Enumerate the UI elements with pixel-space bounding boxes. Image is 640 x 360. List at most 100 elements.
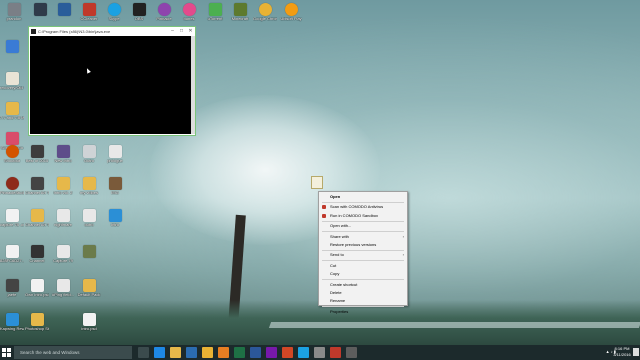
menu-item-send-to[interactable]: Send to ›: [319, 251, 407, 259]
menu-item-scan-with-comodo-antivirus[interactable]: Scan with COMODO Antivirus: [319, 203, 407, 211]
desktop-icon[interactable]: recovery/Old Sound: [0, 72, 24, 91]
desktop-icon[interactable]: Google Chrome: [253, 3, 277, 22]
app-icon[interactable]: [330, 347, 341, 358]
desktop-icon-label: Channel: [29, 259, 45, 263]
desktop-icon[interactable]: prandon: [2, 3, 26, 22]
desktop-icon[interactable]: Outro: [77, 145, 101, 164]
chrome-icon[interactable]: [202, 347, 213, 358]
desktop-icon[interactable]: Intro vol. 2: [51, 177, 75, 196]
desktop-icon[interactable]: prologue: [103, 145, 127, 164]
desktop-icon[interactable]: capture 78 .cm2: [0, 209, 24, 228]
pinnacle-icon: [5, 177, 19, 190]
desktop-icon[interactable]: [51, 313, 75, 327]
word-icon[interactable]: [250, 347, 261, 358]
menu-item-copy[interactable]: Copy: [319, 270, 407, 278]
search-box[interactable]: Search the web and Windows: [14, 346, 132, 359]
document-icon: [5, 245, 19, 258]
maximize-button[interactable]: □: [177, 27, 186, 36]
desktop-icon-label: Channel Art Templates: [25, 223, 49, 227]
desktop-icon[interactable]: Channel: [25, 245, 49, 264]
desktop-icon[interactable]: Itunes: [177, 3, 201, 22]
desktop-icon[interactable]: my vidoes: [77, 177, 101, 196]
desktop-icon[interactable]: Channel Art Templates: [25, 209, 49, 228]
wallpaper-path: [268, 322, 640, 328]
desktop-icon[interactable]: Channel Art Template: [25, 177, 49, 196]
desktop-icon[interactable]: Capture 79: [51, 245, 75, 264]
desktop-icon[interactable]: uTorrent: [203, 3, 227, 22]
desktop-icon[interactable]: Best of 2015: [25, 145, 49, 164]
store-icon[interactable]: [186, 347, 197, 358]
document-icon: [56, 209, 70, 222]
desktop-icon[interactable]: 828FC6D27...: [0, 245, 24, 264]
desktop-icon[interactable]: [77, 245, 101, 259]
desktop-icon[interactable]: 7.7 and 7.8 Music: [0, 102, 24, 121]
desktop-icon[interactable]: Intro: [103, 209, 127, 228]
folder-icon: [56, 177, 70, 190]
desktop-icon[interactable]: Skype: [102, 3, 126, 22]
selected-file-icon[interactable]: [311, 176, 323, 189]
task-view-icon[interactable]: [138, 347, 149, 358]
console-titlebar[interactable]: C:\Program Files (x86)\N3.0\bin\java.exe…: [29, 27, 195, 36]
skype-icon: [107, 3, 121, 16]
file-explorer-icon[interactable]: [170, 347, 181, 358]
console-output[interactable]: [30, 36, 194, 134]
close-button[interactable]: ✕: [186, 27, 195, 36]
menu-item-restore-previous-versions[interactable]: Restore previous versions: [319, 241, 407, 249]
menu-item-properties[interactable]: Properties: [319, 308, 407, 316]
menu-item-create-shortcut[interactable]: Create shortcut: [319, 281, 407, 289]
console-scrollbar[interactable]: [191, 36, 195, 134]
start-button[interactable]: [2, 348, 11, 357]
desktop-icon[interactable]: jaefe: [0, 279, 24, 298]
menu-item-rename[interactable]: Rename: [319, 297, 407, 305]
desktop-icon[interactable]: #Ping field...: [51, 279, 75, 298]
pinnacle-icon: [157, 3, 171, 16]
music-icon: [5, 132, 19, 145]
java-icon[interactable]: [314, 347, 325, 358]
menu-item-open-with[interactable]: Open with...: [319, 222, 407, 230]
desktop-icon[interactable]: OBS: [127, 3, 151, 22]
menu-item-share-with[interactable]: Share with ›: [319, 233, 407, 241]
image-icon: [108, 177, 122, 190]
minimize-button[interactable]: –: [168, 27, 177, 36]
desktop-icon[interactable]: CCleaner: [77, 3, 101, 22]
desktop-icon[interactable]: Minecraft: [228, 3, 252, 22]
menu-item-label: Open: [330, 194, 341, 199]
comodo-sandbox-icon: [322, 213, 326, 218]
desktop-icon[interactable]: outro: [77, 209, 101, 228]
desktop-icon-label: Default Pack: [77, 293, 101, 297]
console-window[interactable]: C:\Program Files (x86)\N3.0\bin\java.exe…: [28, 26, 196, 136]
menu-item-open[interactable]: Open: [319, 193, 407, 201]
desktop-icon[interactable]: Shoutout: [0, 145, 24, 164]
taskbar-clock[interactable]: 8:16 PM 3/11/2016: [612, 346, 632, 358]
menu-item-run-in-comodo-sandbox[interactable]: Run in COMODO Sandbox: [319, 212, 407, 220]
desktop-icon[interactable]: nightmare: [51, 209, 75, 228]
desktop-icon-label: prandon: [6, 17, 22, 21]
desktop-icon[interactable]: [52, 3, 76, 17]
edge-icon[interactable]: [154, 347, 165, 358]
desktop-icon[interactable]: New Intro: [51, 145, 75, 164]
desktop-icon[interactable]: Photoshop Stuff: [25, 313, 49, 332]
desktop-icon-label: Photoshop Stuff: [25, 327, 49, 331]
desktop-icon[interactable]: IMG: [103, 177, 127, 196]
desktop-icon[interactable]: [0, 40, 24, 54]
menu-item-delete[interactable]: Delete: [319, 289, 407, 297]
desktop-icon[interactable]: Own intro.psd: [25, 279, 49, 298]
onenote-icon[interactable]: [266, 347, 277, 358]
desktop-icon[interactable]: [28, 3, 52, 17]
desktop-icon-label: 7.7 and 7.8 Music: [0, 116, 24, 120]
menu-item-label: Send to: [330, 252, 344, 258]
excel-icon[interactable]: [234, 347, 245, 358]
desktop-icon[interactable]: PinnacleStudio: [0, 177, 24, 196]
menu-item-cut[interactable]: Cut: [319, 262, 407, 270]
media-icon[interactable]: [218, 347, 229, 358]
action-center-icon[interactable]: [633, 348, 639, 356]
powerpoint-icon[interactable]: [282, 347, 293, 358]
skype-icon[interactable]: [298, 347, 309, 358]
app-icon[interactable]: [346, 347, 357, 358]
desktop-icon[interactable]: Pinnacle: [152, 3, 176, 22]
desktop-icon[interactable]: Kapwing Rewind IC...: [0, 313, 24, 332]
desktop-icon[interactable]: Default Pack: [77, 279, 101, 298]
desktop-icon[interactable]: Ubisoft Play: [279, 3, 303, 22]
shortcut-icon: [5, 40, 19, 53]
desktop-icon[interactable]: intro.psd: [77, 313, 101, 332]
